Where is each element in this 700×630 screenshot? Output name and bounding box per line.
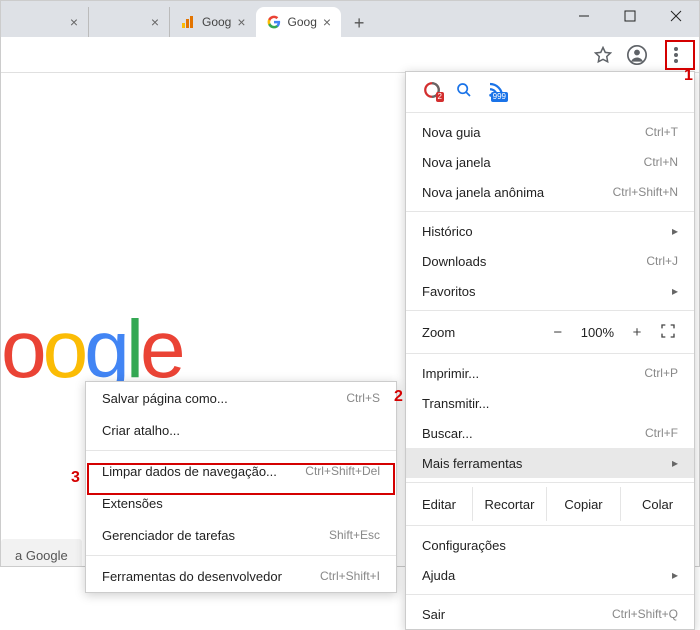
chevron-right-icon: ▸: [672, 224, 678, 238]
annotation-number-3: 3: [71, 469, 80, 487]
new-tab-button[interactable]: +: [345, 9, 373, 37]
menu-settings[interactable]: Configurações: [406, 530, 694, 560]
browser-tab[interactable]: ×: [9, 7, 89, 37]
chevron-right-icon: ▸: [672, 456, 678, 470]
browser-tab[interactable]: ×: [89, 7, 169, 37]
menu-zoom: Zoom − 100% +: [406, 315, 694, 349]
annotation-number-2: 2: [394, 388, 403, 406]
close-tab-icon[interactable]: ×: [237, 14, 245, 30]
chrome-main-menu: 2 999 Nova guiaCtrl+T Nova janelaCtrl+N …: [405, 71, 695, 630]
browser-toolbar: [1, 37, 699, 73]
footer-button[interactable]: a Google: [1, 539, 82, 566]
menu-help[interactable]: Ajuda▸: [406, 560, 694, 590]
menu-new-tab[interactable]: Nova guiaCtrl+T: [406, 117, 694, 147]
menu-incognito[interactable]: Nova janela anônimaCtrl+Shift+N: [406, 177, 694, 207]
close-window-button[interactable]: [653, 1, 699, 31]
menu-edit-row: Editar Recortar Copiar Colar: [406, 487, 694, 521]
tab-title: Goog: [288, 15, 317, 29]
menu-find[interactable]: Buscar...Ctrl+F: [406, 418, 694, 448]
menu-paste[interactable]: Colar: [620, 487, 694, 521]
menu-kebab-button[interactable]: [661, 40, 691, 70]
submenu-task-manager[interactable]: Gerenciador de tarefasShift+Esc: [86, 519, 396, 551]
submenu-create-shortcut[interactable]: Criar atalho...: [86, 414, 396, 446]
bookmark-star-icon[interactable]: [593, 45, 613, 65]
menu-more-tools[interactable]: Mais ferramentas▸: [406, 448, 694, 478]
zoom-in-button[interactable]: +: [628, 324, 646, 341]
submenu-extensions[interactable]: Extensões: [86, 487, 396, 519]
menu-cast[interactable]: Transmitir...: [406, 388, 694, 418]
close-tab-icon[interactable]: ×: [323, 14, 331, 30]
browser-tab-active[interactable]: Goog ×: [256, 7, 342, 37]
submenu-devtools[interactable]: Ferramentas do desenvolvedorCtrl+Shift+I: [86, 560, 396, 592]
menu-exit[interactable]: SairCtrl+Shift+Q: [406, 599, 694, 629]
menu-new-window[interactable]: Nova janelaCtrl+N: [406, 147, 694, 177]
chevron-right-icon: ▸: [672, 568, 678, 582]
more-tools-submenu: Salvar página como...Ctrl+S Criar atalho…: [85, 381, 397, 593]
menu-cut[interactable]: Recortar: [472, 487, 546, 521]
extension-icon[interactable]: 2: [422, 80, 442, 100]
maximize-button[interactable]: [607, 1, 653, 31]
menu-print[interactable]: Imprimir...Ctrl+P: [406, 358, 694, 388]
zoom-out-button[interactable]: −: [549, 324, 567, 341]
menu-history[interactable]: Histórico▸: [406, 216, 694, 246]
chevron-right-icon: ▸: [672, 284, 678, 298]
browser-tab[interactable]: Goog ×: [169, 7, 256, 37]
close-tab-icon[interactable]: ×: [151, 14, 159, 30]
google-icon: [266, 14, 282, 30]
submenu-save-as[interactable]: Salvar página como...Ctrl+S: [86, 382, 396, 414]
fullscreen-icon[interactable]: [660, 323, 678, 341]
menu-downloads[interactable]: DownloadsCtrl+J: [406, 246, 694, 276]
close-tab-icon[interactable]: ×: [70, 14, 78, 30]
menu-bookmarks[interactable]: Favoritos▸: [406, 276, 694, 306]
profile-icon[interactable]: [627, 45, 647, 65]
rss-icon[interactable]: 999: [486, 80, 506, 100]
menu-copy[interactable]: Copiar: [546, 487, 620, 521]
annotation-number-1: 1: [684, 67, 693, 85]
extensions-row: 2 999: [406, 72, 694, 108]
window-controls: [561, 1, 699, 31]
tab-title: Goog: [202, 15, 231, 29]
minimize-button[interactable]: [561, 1, 607, 31]
search-icon[interactable]: [454, 80, 474, 100]
analytics-icon: [180, 14, 196, 30]
submenu-clear-data[interactable]: Limpar dados de navegação...Ctrl+Shift+D…: [86, 455, 396, 487]
zoom-level: 100%: [581, 325, 614, 340]
